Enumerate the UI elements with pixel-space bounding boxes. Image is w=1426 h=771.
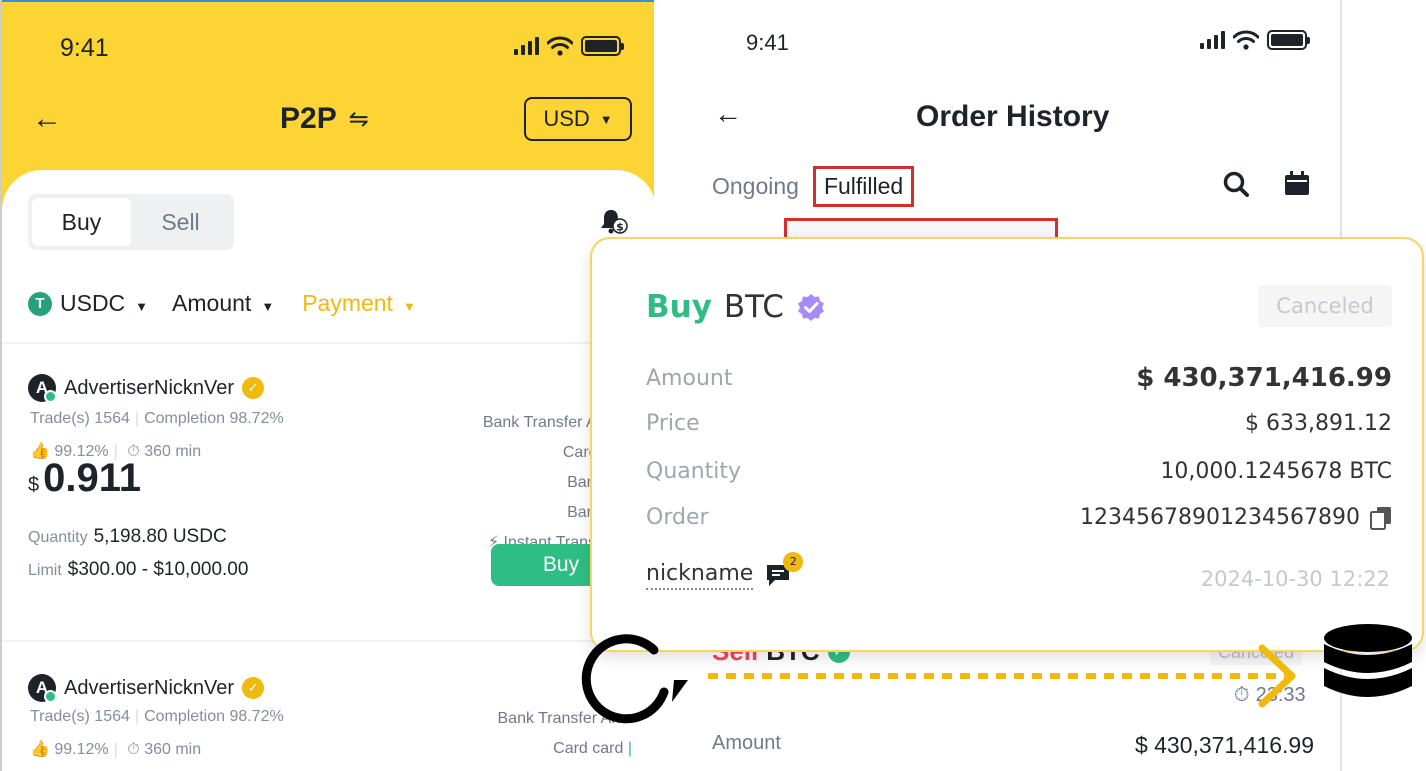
divider <box>2 342 654 344</box>
svg-text:$: $ <box>616 221 624 234</box>
payment-method: Bar <box>567 504 592 521</box>
swap-icon[interactable]: ⇋ <box>349 105 369 134</box>
tab-ongoing[interactable]: Ongoing <box>712 173 799 200</box>
order-timestamp: 2024-10-30 12:22 <box>1200 567 1390 591</box>
thumbs-up-icon: 👍 <box>30 741 50 758</box>
tab-sell[interactable]: Sell <box>131 198 230 246</box>
advertiser-name[interactable]: A AdvertiserNicknVer ✓ <box>28 674 265 703</box>
order-card-title: Buy BTC <box>646 289 826 325</box>
battery-icon <box>1267 30 1310 50</box>
caret-down-icon: ▼ <box>402 299 416 314</box>
search-icon[interactable] <box>1222 170 1250 198</box>
status-time: 9:41 <box>746 30 789 55</box>
database-icon <box>1324 624 1412 697</box>
page-title: Order History <box>916 100 1110 133</box>
avatar: A <box>28 374 57 403</box>
calendar-icon[interactable] <box>1284 170 1310 196</box>
rating-stats: 👍 99.12% | ⏱ 360 min <box>30 741 202 758</box>
page-title[interactable]: P2P ⇋ <box>280 102 369 136</box>
counterparty: nickname 2 <box>646 551 804 590</box>
order-card-popup[interactable]: Buy BTC Canceled Amount $ 430,371,416.99… <box>590 237 1424 652</box>
ad-limit: Limit $300.00 - $10,000.00 <box>28 559 249 580</box>
caret-down-icon: ▼ <box>261 299 275 314</box>
counterparty-nickname[interactable]: nickname <box>646 561 754 590</box>
caret-down-icon: ▼ <box>135 299 149 314</box>
detail-row-price: Price $ 633,891.12 <box>646 411 1392 436</box>
status-badge: Canceled <box>1258 285 1392 327</box>
tab-buy[interactable]: Buy <box>32 198 131 246</box>
notification-bell-icon[interactable]: $ <box>598 206 628 236</box>
copy-icon[interactable] <box>1370 506 1392 530</box>
order-number: 12345678901234567890 <box>1080 505 1360 530</box>
advertiser-name[interactable]: A AdvertiserNicknVer ✓ <box>28 374 265 403</box>
cellular-signal-icon <box>1200 31 1225 49</box>
filter-bar: T USDC ▼ Amount ▼ Payment ▼ <box>28 290 416 317</box>
avatar: A <box>28 674 57 703</box>
status-icons <box>1200 30 1310 50</box>
timer-icon: ⏱ <box>127 741 140 758</box>
detail-row-amount: Amount $ 430,371,416.99 <box>646 363 1392 393</box>
verified-badge-icon <box>797 294 824 321</box>
back-arrow-icon[interactable]: ← <box>32 102 62 136</box>
detail-row-quantity: Quantity 10,000.1245678 BTC <box>646 459 1392 484</box>
p2p-content: Buy Sell $ T USDC ▼ Amount ▼ Payment ▼ A Ad… <box>2 170 654 771</box>
amount-filter[interactable]: Amount ▼ <box>172 290 274 317</box>
order-tabs: Ongoing Fulfilled <box>712 166 915 207</box>
payment-filter[interactable]: Payment ▼ <box>302 290 416 317</box>
wifi-icon <box>1233 30 1259 50</box>
tether-icon: T <box>28 291 52 316</box>
cellular-signal-icon <box>514 37 539 55</box>
divider <box>2 640 654 642</box>
ad-quantity: Quantity 5,198.80 USDC <box>28 526 227 547</box>
dotted-arrow-icon <box>708 644 1296 708</box>
wifi-icon <box>547 36 573 56</box>
refresh-icon <box>581 634 688 724</box>
tab-fulfilled[interactable]: Fulfilled <box>812 166 915 207</box>
battery-icon <box>581 36 624 56</box>
status-icons <box>514 36 624 56</box>
caret-down-icon: ▼ <box>599 111 613 127</box>
chat-icon[interactable]: 2 <box>765 551 804 590</box>
p2p-screen: 9:41 ← P2P ⇋ USD ▼ Buy Sell $ T USDC ▼ A… <box>0 0 654 771</box>
asset-filter[interactable]: USDC ▼ <box>60 290 148 317</box>
currency-selector[interactable]: USD ▼ <box>524 97 632 141</box>
payment-method: Bar <box>567 474 592 491</box>
trade-stats: Trade(s) 1564 | Completion 98.72% <box>30 410 284 427</box>
buy-sell-toggle: Buy Sell <box>28 194 234 250</box>
payment-method: Card card | <box>553 740 632 757</box>
ad-card: A AdvertiserNicknVer ✓ Trade(s) 1564 | Com… <box>2 674 654 771</box>
ad-card: A AdvertiserNicknVer ✓ Trade(s) 1564 | Com… <box>2 374 654 644</box>
back-arrow-icon[interactable]: ← <box>714 98 742 130</box>
verified-badge-icon: ✓ <box>242 377 265 399</box>
status-time: 9:41 <box>60 34 109 62</box>
order-amount-row: Amount $ 430,371,416.99 <box>712 732 1314 758</box>
unread-badge: 2 <box>783 551 804 572</box>
payment-method: Bank Transfer Ar <box>482 414 602 431</box>
ad-price: $0.911 <box>28 456 142 500</box>
trade-stats: Trade(s) 1564 | Completion 98.72% <box>30 708 284 725</box>
verified-badge-icon: ✓ <box>242 677 265 699</box>
detail-row-order: Order 12345678901234567890 <box>646 505 1392 530</box>
